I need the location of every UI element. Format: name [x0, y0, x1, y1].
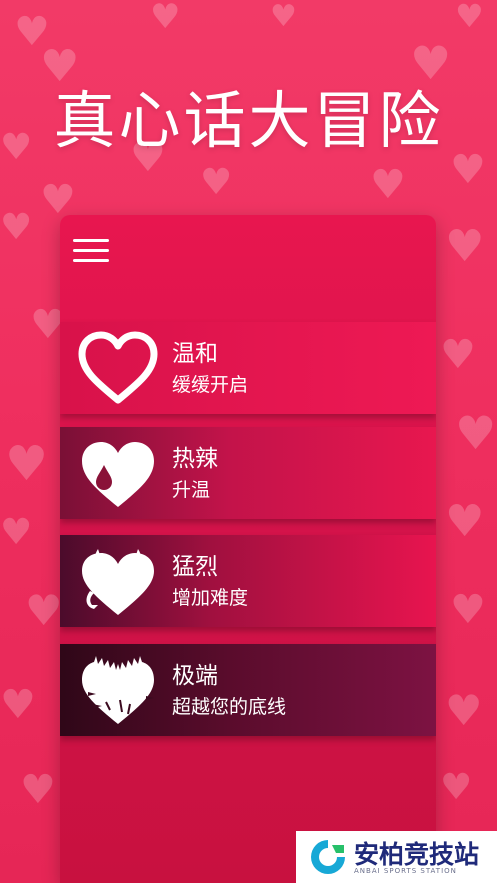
level-item-extreme[interactable]: 极端 超越您的底线	[60, 644, 436, 736]
outline-heart-icon	[76, 330, 160, 406]
heart-icon: ♥	[0, 207, 33, 248]
level-description: 超越您的底线	[172, 696, 287, 718]
level-item-spicy[interactable]: 热辣 升温	[60, 427, 436, 519]
app-title: 真心话大冒险	[53, 84, 444, 157]
drop-heart-icon	[76, 435, 160, 511]
level-description: 升温	[172, 479, 211, 501]
heart-icon: ♥	[0, 512, 33, 553]
watermark-logo-icon	[308, 837, 348, 877]
heart-icon: ♥	[270, 0, 297, 34]
watermark-name: 安柏竞技站	[354, 840, 480, 869]
level-item-fierce[interactable]: 猛烈 增加难度	[60, 535, 436, 627]
level-name: 极端	[172, 663, 218, 689]
heart-icon: ♥	[455, 0, 484, 35]
level-name: 猛烈	[172, 554, 218, 580]
devil-heart-icon	[76, 543, 160, 619]
level-description: 缓缓开启	[172, 374, 249, 396]
level-panel: 温和 缓缓开启 热辣 升温 猛烈 增加难度 极端 超越您的底线	[60, 215, 436, 883]
level-name: 温和	[172, 341, 218, 367]
heart-icon: ♥	[450, 587, 486, 633]
watermark: 安柏竞技站 ANBAI SPORTS STATION	[296, 831, 497, 883]
heart-icon: ♥	[5, 436, 49, 492]
heart-icon: ♥	[200, 162, 233, 203]
heart-icon: ♥	[455, 406, 497, 460]
level-description: 增加难度	[172, 587, 249, 609]
heart-icon: ♥	[20, 767, 56, 813]
jagged-heart-icon	[76, 652, 160, 728]
heart-icon: ♥	[370, 162, 406, 208]
heart-icon: ♥	[445, 496, 485, 547]
heart-icon: ♥	[440, 767, 473, 808]
heart-icon: ♥	[40, 177, 76, 223]
level-item-gentle[interactable]: 温和 缓缓开启	[60, 322, 436, 414]
heart-icon: ♥	[445, 221, 485, 272]
heart-icon: ♥	[0, 682, 36, 728]
hamburger-menu-icon[interactable]	[73, 237, 109, 267]
watermark-subtitle: ANBAI SPORTS STATION	[354, 867, 457, 875]
heart-icon: ♥	[25, 586, 63, 635]
level-name: 热辣	[172, 446, 218, 472]
heart-icon: ♥	[150, 0, 181, 37]
heart-icon: ♥	[440, 332, 476, 378]
heart-icon: ♥	[445, 686, 483, 735]
